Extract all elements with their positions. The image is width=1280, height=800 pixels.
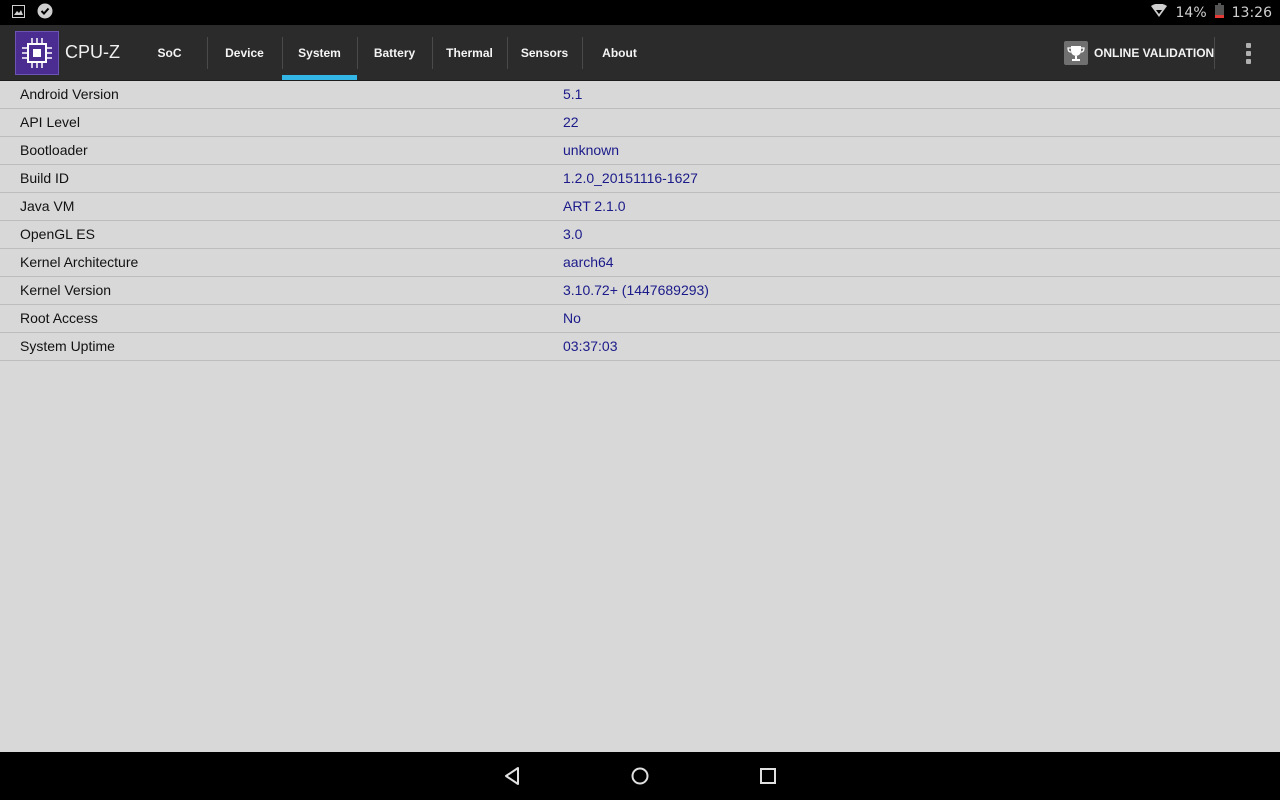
info-row-kernel-architecture: Kernel Architecture aarch64	[0, 249, 1280, 277]
info-label: Root Access	[20, 310, 98, 326]
cpu-chip-icon[interactable]	[15, 31, 59, 75]
image-notification-icon	[12, 3, 25, 22]
recents-icon[interactable]	[754, 762, 782, 790]
info-row-java-vm: Java VM ART 2.1.0	[0, 193, 1280, 221]
info-label: Kernel Architecture	[20, 254, 139, 270]
info-row-opengl-es: OpenGL ES 3.0	[0, 221, 1280, 249]
tab-about[interactable]: About	[582, 25, 657, 80]
info-row-system-uptime: System Uptime 03:37:03	[0, 333, 1280, 361]
info-value: No	[563, 310, 581, 326]
tab-battery[interactable]: Battery	[357, 25, 432, 80]
info-label: OpenGL ES	[20, 226, 95, 242]
info-row-build-id: Build ID 1.2.0_20151116-1627	[0, 165, 1280, 193]
info-value: unknown	[563, 142, 620, 158]
info-label: Kernel Version	[20, 282, 112, 298]
notification-icons	[12, 0, 53, 25]
tab-system[interactable]: System	[282, 25, 357, 80]
info-value: 3.10.72+ (1447689293)	[563, 282, 709, 298]
divider	[1214, 37, 1215, 69]
info-row-bootloader: Bootloader unknown	[0, 137, 1280, 165]
tab-sensors[interactable]: Sensors	[507, 25, 582, 80]
tab-device[interactable]: Device	[207, 25, 282, 80]
overflow-menu-icon[interactable]	[1236, 39, 1260, 67]
info-row-android-version: Android Version 5.1	[0, 81, 1280, 109]
wifi-icon	[1150, 3, 1168, 22]
info-row-root-access: Root Access No	[0, 305, 1280, 333]
info-label: API Level	[20, 114, 80, 130]
info-value: 22	[563, 114, 579, 130]
info-value: aarch64	[563, 254, 614, 270]
battery-percent: 14%	[1175, 4, 1207, 21]
app-bar: CPU-Z SoC Device System Battery Thermal …	[0, 25, 1280, 81]
status-bar: 14% 13:26	[0, 0, 1280, 25]
navigation-bar	[0, 752, 1280, 800]
info-value: 5.1	[563, 86, 583, 102]
back-icon[interactable]	[498, 762, 526, 790]
info-label: Bootloader	[20, 142, 88, 158]
tab-bar: SoC Device System Battery Thermal Sensor…	[132, 25, 657, 80]
system-indicators: 14% 13:26	[1150, 0, 1272, 25]
info-label: Android Version	[20, 86, 119, 102]
home-icon[interactable]	[626, 762, 654, 790]
check-badge-notification-icon	[37, 3, 53, 23]
online-validation-button[interactable]: ONLINE VALIDATION	[1064, 25, 1214, 80]
info-row-api-level: API Level 22	[0, 109, 1280, 137]
info-label: Java VM	[20, 198, 75, 214]
info-label: Build ID	[20, 170, 70, 186]
online-validation-label: ONLINE VALIDATION	[1094, 45, 1215, 60]
info-value: 1.2.0_20151116-1627	[563, 170, 698, 186]
tab-thermal[interactable]: Thermal	[432, 25, 507, 80]
app-title: CPU-Z	[65, 42, 120, 62]
trophy-icon	[1064, 40, 1088, 65]
info-value: 03:37:03	[563, 338, 618, 354]
battery-icon	[1214, 3, 1224, 22]
info-row-kernel-version: Kernel Version 3.10.72+ (1447689293)	[0, 277, 1280, 305]
clock: 13:26	[1231, 4, 1272, 21]
info-value: ART 2.1.0	[563, 198, 626, 214]
info-value: 3.0	[563, 226, 583, 242]
tab-soc[interactable]: SoC	[132, 25, 207, 80]
system-info-list: Android Version 5.1 API Level 22 Bootloa…	[0, 81, 1280, 361]
info-label: System Uptime	[20, 338, 115, 354]
